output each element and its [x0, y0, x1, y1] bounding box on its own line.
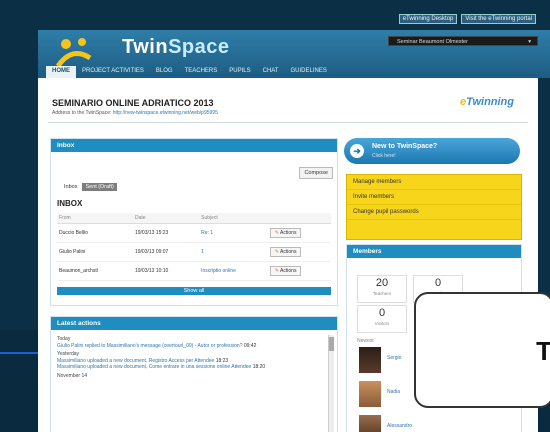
actions-button[interactable]: ✎ Actions: [269, 247, 302, 257]
activity-time: 18:20: [252, 364, 266, 370]
nav-blog[interactable]: BLOG: [150, 66, 179, 78]
col-from: From: [57, 213, 133, 224]
address-label: Address to the TwinSpace:: [52, 110, 112, 116]
avatar[interactable]: [359, 381, 381, 407]
manage-members-link[interactable]: Manage members: [347, 175, 521, 190]
screenshot-frame: eTwinning Desktop Visit the eTwinning po…: [0, 0, 550, 432]
table-row[interactable]: Duccio Bellio 19/03/13 15:23 Re: 1 ✎ Act…: [57, 223, 331, 243]
msg-subject-link[interactable]: 1: [199, 242, 268, 262]
etwinning-portal-link[interactable]: Visit the eTwinning portal: [461, 14, 536, 24]
actions-label: Actions: [280, 249, 297, 255]
stat-value: 0: [434, 277, 442, 289]
nav-project-activities[interactable]: PROJECT ACTIVITIES: [76, 66, 150, 78]
activity-day: November 14: [57, 372, 88, 379]
callout-glyph: T: [536, 336, 550, 366]
activity-time: 18:23: [215, 357, 229, 364]
show-all-button[interactable]: Show all: [57, 287, 331, 295]
top-links: eTwinning Desktop Visit the eTwinning po…: [398, 14, 536, 24]
stat-label: Visitors: [374, 321, 390, 326]
msg-date: 19/03/13 09:07: [132, 242, 200, 262]
new-to-twinspace-title: New to TwinSpace?: [372, 143, 438, 150]
activity-link[interactable]: Giulio Palini replied to Massimiliano's …: [57, 343, 242, 349]
brand-title: TwinSpace: [122, 36, 230, 59]
latest-actions-panel: Latest actions Today Giulio Palini repli…: [50, 316, 338, 432]
actions-button[interactable]: ✎ Actions: [269, 228, 302, 238]
col-date: Date: [132, 213, 200, 224]
pencil-icon: ✎: [274, 249, 279, 255]
tab-sent[interactable]: Sent (Draft): [82, 183, 117, 191]
nav-pupils[interactable]: PUPILS: [223, 66, 256, 78]
tab-inbox[interactable]: Inbox: [61, 183, 80, 191]
msg-date: 19/03/13 15:23: [132, 223, 200, 243]
actions-label: Actions: [280, 230, 297, 236]
brand-space: Space: [168, 36, 230, 58]
table-row[interactable]: Beaumon_archstl 19/03/13 10:10 Inscripti…: [57, 261, 331, 281]
inbox-panel-title: Inbox: [51, 139, 337, 152]
nav-guidelines[interactable]: GUIDELINES: [285, 66, 333, 78]
stat-value: 0: [378, 307, 386, 319]
inbox-tabs: Inbox Sent (Draft): [61, 183, 117, 191]
list-item: Massimiliano uploaded a new document, Co…: [57, 364, 331, 371]
admin-links-box: Manage members Invite members Change pup…: [346, 174, 522, 240]
msg-from: Giulio Palini: [57, 242, 133, 262]
main-nav: HOME PROJECT ACTIVITIES BLOG TEACHERS PU…: [46, 66, 333, 78]
member-name-link[interactable]: Nadia: [387, 389, 400, 395]
nav-home[interactable]: HOME: [46, 66, 76, 78]
chevron-down-icon: ▾: [528, 39, 531, 45]
activity-list: Today Giulio Palini replied to Massimili…: [51, 330, 337, 383]
stat-visitors[interactable]: 0 Visitors: [357, 305, 407, 333]
inbox-panel: Inbox Compose Inbox Sent (Draft) INBOX F…: [50, 138, 338, 306]
col-subject: Subject: [199, 213, 268, 224]
scrollbar-thumb[interactable]: [329, 337, 334, 351]
msg-subject-link[interactable]: Inscriptio online: [199, 261, 268, 281]
member-name-link[interactable]: Alessandro: [387, 423, 412, 429]
brand-twin: Twin: [122, 36, 169, 58]
latest-actions-title: Latest actions: [51, 317, 337, 330]
activity-link[interactable]: Massimiliano uploaded a new document, Re…: [57, 358, 214, 364]
table-row[interactable]: Giulio Palini 19/03/13 09:07 1 ✎ Actions: [57, 242, 331, 262]
msg-from: Beaumon_archstl: [57, 261, 133, 281]
msg-subject-link[interactable]: Re: 1: [199, 223, 268, 243]
table-header-row: From Date Subject: [57, 213, 331, 224]
user-menu[interactable]: Seminar Beaumont Olmester ▾: [388, 36, 538, 46]
stat-label: Teachers: [372, 291, 392, 296]
callout-overlay: T: [414, 292, 550, 408]
stat-value: 20: [375, 277, 389, 289]
pencil-icon: ✎: [274, 230, 279, 236]
page-title: SEMINARIO ONLINE ADRIATICO 2013: [52, 98, 214, 108]
arrow-right-icon: ➜: [350, 144, 364, 158]
new-to-twinspace-button[interactable]: ➜ New to TwinSpace? Click here!: [344, 138, 520, 164]
etwinning-desktop-link[interactable]: eTwinning Desktop: [398, 14, 458, 24]
twinspace-url-link[interactable]: http://new-twinspace.etwinning.net/web/p…: [113, 110, 218, 116]
msg-date: 19/03/13 10:10: [132, 261, 200, 281]
member-name-link[interactable]: Sergio: [387, 355, 401, 361]
msg-from: Duccio Bellio: [57, 223, 133, 243]
list-item: Giulio Palini replied to Massimiliano's …: [57, 343, 331, 350]
activity-time: 09:42: [243, 342, 257, 349]
actions-button[interactable]: ✎ Actions: [269, 266, 302, 276]
pencil-icon: ✎: [274, 268, 279, 274]
twinspace-address: Address to the TwinSpace: http://new-twi…: [52, 110, 218, 116]
col-action: [267, 213, 331, 224]
stat-teachers[interactable]: 20 Teachers: [357, 275, 407, 303]
activity-link[interactable]: Massimiliano uploaded a new document, Co…: [57, 364, 251, 370]
actions-label: Actions: [280, 268, 297, 274]
compose-button[interactable]: Compose: [299, 167, 333, 179]
members-panel-title: Members: [347, 245, 521, 258]
new-to-twinspace-subtitle: Click here!: [372, 153, 396, 159]
members-sort-label[interactable]: Newest: [357, 338, 374, 344]
page-header: SEMINARIO ONLINE ADRIATICO 2013 Address …: [48, 92, 528, 123]
invite-members-link[interactable]: Invite members: [347, 190, 521, 205]
nav-teachers[interactable]: TEACHERS: [179, 66, 224, 78]
user-menu-label: Seminar Beaumont Olmester: [397, 39, 468, 45]
nav-chat[interactable]: CHAT: [257, 66, 285, 78]
activity-scrollbar[interactable]: [328, 335, 334, 432]
change-pupil-passwords-link[interactable]: Change pupil passwords: [347, 205, 521, 220]
etwinning-logo-text: Twinning: [466, 96, 514, 108]
avatar[interactable]: [359, 415, 381, 432]
message-table: From Date Subject Duccio Bellio 19/03/13…: [57, 213, 331, 281]
avatar[interactable]: [359, 347, 381, 373]
etwinning-logo[interactable]: eTwinning: [460, 96, 514, 108]
inbox-heading: INBOX: [57, 199, 83, 208]
